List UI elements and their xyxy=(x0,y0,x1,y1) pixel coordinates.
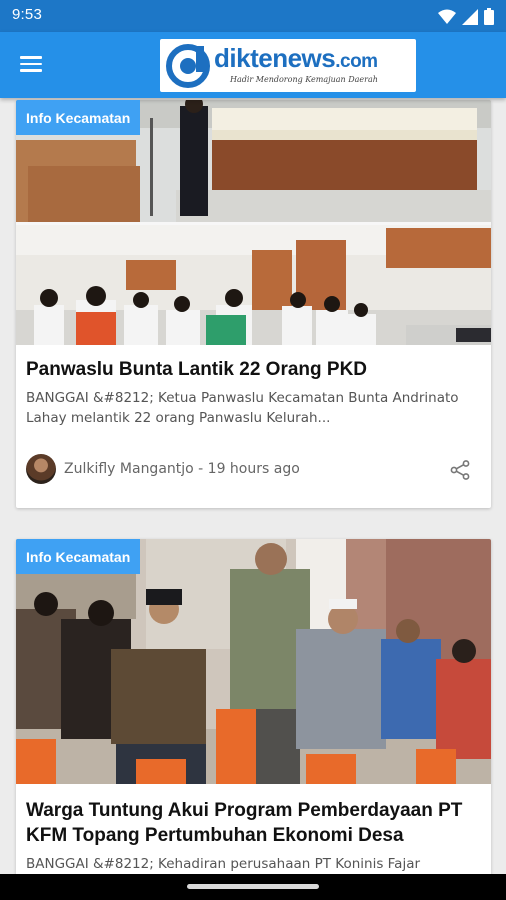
article-excerpt: BANGGAI &#8212; Kehadiran perusahaan PT … xyxy=(26,856,421,872)
battery-icon xyxy=(484,8,494,25)
menu-button[interactable] xyxy=(20,52,48,78)
app-bar: diktenews.com Hadir Mendorong Kemajuan D… xyxy=(0,32,506,98)
menu-icon xyxy=(20,56,48,72)
logo-text-part1: dikte xyxy=(214,43,273,73)
author-avatar xyxy=(26,454,56,484)
article-title[interactable]: Panwaslu Bunta Lantik 22 Orang PKD xyxy=(16,357,491,382)
status-time: 9:53 xyxy=(12,6,42,23)
article-image-photo xyxy=(16,539,491,784)
status-bar: 9:53 xyxy=(0,0,506,32)
site-logo[interactable]: diktenews.com Hadir Mendorong Kemajuan D… xyxy=(160,39,416,92)
article-title[interactable]: Warga Tuntung Akui Program Pemberdayaan … xyxy=(16,798,491,848)
logo-text-part2: news xyxy=(272,43,336,73)
article-image[interactable]: Info Kecamatan xyxy=(16,539,491,784)
category-tag[interactable]: Info Kecamatan xyxy=(16,100,141,135)
article-image[interactable]: Info Kecamatan xyxy=(16,100,491,345)
logo-mark-icon xyxy=(166,44,210,88)
logo-tagline: Hadir Mendorong Kemajuan Daerah xyxy=(230,75,378,84)
article-excerpt: BANGGAI &#8212; Ketua Panwaslu Kecamatan… xyxy=(26,390,459,426)
signal-icon xyxy=(462,8,478,25)
home-gesture-handle[interactable] xyxy=(187,884,319,889)
category-tag[interactable]: Info Kecamatan xyxy=(16,539,141,574)
logo-text-part3: .com xyxy=(335,51,378,72)
article-card[interactable]: Info Kecamatan Panwaslu Bunta Lantik 22 … xyxy=(16,100,491,508)
article-image-photo xyxy=(16,100,491,345)
article-card[interactable]: Info Kecamatan Warga Tuntung Akui Progra… xyxy=(16,539,491,900)
status-icons xyxy=(438,8,494,25)
wifi-icon xyxy=(438,9,456,24)
share-icon[interactable] xyxy=(449,459,471,481)
article-meta: Zulkifly Mangantjo - 19 hours ago xyxy=(26,454,481,484)
logo-text: diktenews.com xyxy=(214,43,378,74)
system-nav-bar xyxy=(0,874,506,900)
author-byline: Zulkifly Mangantjo - 19 hours ago xyxy=(64,461,300,477)
